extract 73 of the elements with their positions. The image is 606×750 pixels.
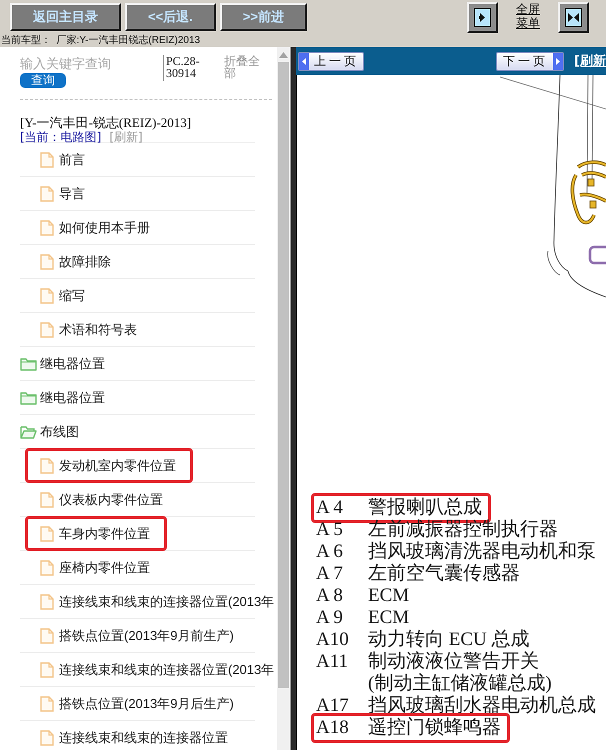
tree-item[interactable]: 仪表板内零件位置 <box>40 490 163 508</box>
manual-title: [Y-一汽丰田-锐志(REIZ)-2013] <box>20 116 192 130</box>
fullscreen-menu-link[interactable]: 全屏菜单 <box>516 3 540 31</box>
tree-item[interactable]: 搭铁点位置(2013年9月后生产) <box>40 694 234 712</box>
legend-name: ECM <box>368 585 410 607</box>
legend-code: A17 <box>316 695 350 717</box>
legend-name: 动力转向 ECU 总成 <box>368 629 530 651</box>
legend-code: A 9 <box>316 607 344 629</box>
search-button[interactable]: 查询 <box>20 73 66 88</box>
tree-item[interactable]: 连接线束和线束的连接器位置(2013年 <box>40 660 274 678</box>
scrollbar[interactable] <box>277 47 290 750</box>
document-icon <box>40 696 54 712</box>
document-icon <box>40 492 54 508</box>
arrow-right-icon <box>553 52 564 70</box>
legend-name: 制动液液位警告开关 <box>368 651 540 673</box>
tree-item[interactable]: 发动机室内零件位置 <box>25 448 193 483</box>
tree-item[interactable]: 连接线束和线束的连接器位置 <box>40 728 228 746</box>
legend-code: A10 <box>316 629 350 651</box>
document-icon <box>40 458 54 474</box>
legend-code: A 5 <box>316 519 344 541</box>
document-icon <box>40 594 54 610</box>
document-icon <box>40 254 54 270</box>
tree-item[interactable]: 搭铁点位置(2013年9月前生产) <box>40 626 234 644</box>
legend-note: (制动主缸储液罐总成) <box>368 673 552 695</box>
legend-code: A 4 <box>316 497 344 519</box>
arrow-right-icon <box>474 8 491 26</box>
legend-name: 遥控门锁蜂鸣器 <box>368 717 501 739</box>
search-field[interactable]: 输入关键字查询 <box>20 55 150 73</box>
legend-name: 警报喇叭总成 <box>368 497 482 519</box>
scroll-up-arrow-icon[interactable] <box>279 52 288 58</box>
split-view-button[interactable] <box>558 2 589 32</box>
legend-name: ECM <box>368 607 410 629</box>
document-icon <box>40 526 54 542</box>
tree-item[interactable]: 车身内零件位置 <box>25 516 167 551</box>
tree-item[interactable]: 座椅内零件位置 <box>40 558 150 576</box>
legend-name: 左前减振器控制执行器 <box>368 519 558 541</box>
arrows-inward-icon <box>565 8 582 26</box>
legend-name: 挡风玻璃刮水器电动机总成 <box>368 695 596 717</box>
tree-item[interactable]: 继电器位置 <box>20 388 105 406</box>
tree-item[interactable]: 如何使用本手册 <box>40 218 150 236</box>
document-icon <box>40 322 54 338</box>
next-page-button[interactable]: 下一页 <box>496 52 564 70</box>
legend-name: 挡风玻璃清洗器电动机和泵 <box>368 541 596 563</box>
refresh-page-link[interactable]: [刷新 <box>574 52 606 70</box>
arrow-left-icon <box>299 52 309 70</box>
legend-code: A 6 <box>316 541 344 563</box>
part-number-text: PC.28-30914 <box>163 55 210 81</box>
tree-item[interactable]: 前言 <box>40 150 85 168</box>
document-icon <box>40 560 54 576</box>
document-icon <box>40 220 54 236</box>
document-icon <box>40 662 54 678</box>
legend-code: A 8 <box>316 585 344 607</box>
tree-item[interactable]: 缩写 <box>40 286 85 304</box>
legend-code: A11 <box>316 651 350 674</box>
document-icon <box>40 730 54 746</box>
tree-item[interactable]: 术语和符号表 <box>40 320 137 338</box>
panel-toggle-button[interactable] <box>467 2 498 32</box>
legend-code: A18 <box>316 717 350 739</box>
document-icon <box>40 152 54 168</box>
previous-page-button[interactable]: 上一页 <box>298 52 364 70</box>
tree-item[interactable]: 连接线束和线束的连接器位置(2013年 <box>40 592 274 610</box>
tree-item[interactable]: 导言 <box>40 184 85 202</box>
current-section-text: [当前：电路图] <box>20 130 102 144</box>
scrollbar-thumb[interactable] <box>278 62 289 688</box>
document-icon <box>40 288 54 304</box>
tree-item[interactable]: 故障排除 <box>40 252 111 270</box>
current-model-text: 当前车型： 厂家:Y-一汽丰田锐志(REIZ)2013 <box>0 34 202 47</box>
legend-name: 左前空气囊传感器 <box>368 563 520 585</box>
document-icon <box>40 186 54 202</box>
tree-item[interactable]: 继电器位置 <box>20 354 105 372</box>
document-icon <box>40 628 54 644</box>
legend-code: A 7 <box>316 563 344 585</box>
tree-item[interactable]: 布线图 <box>20 422 79 440</box>
